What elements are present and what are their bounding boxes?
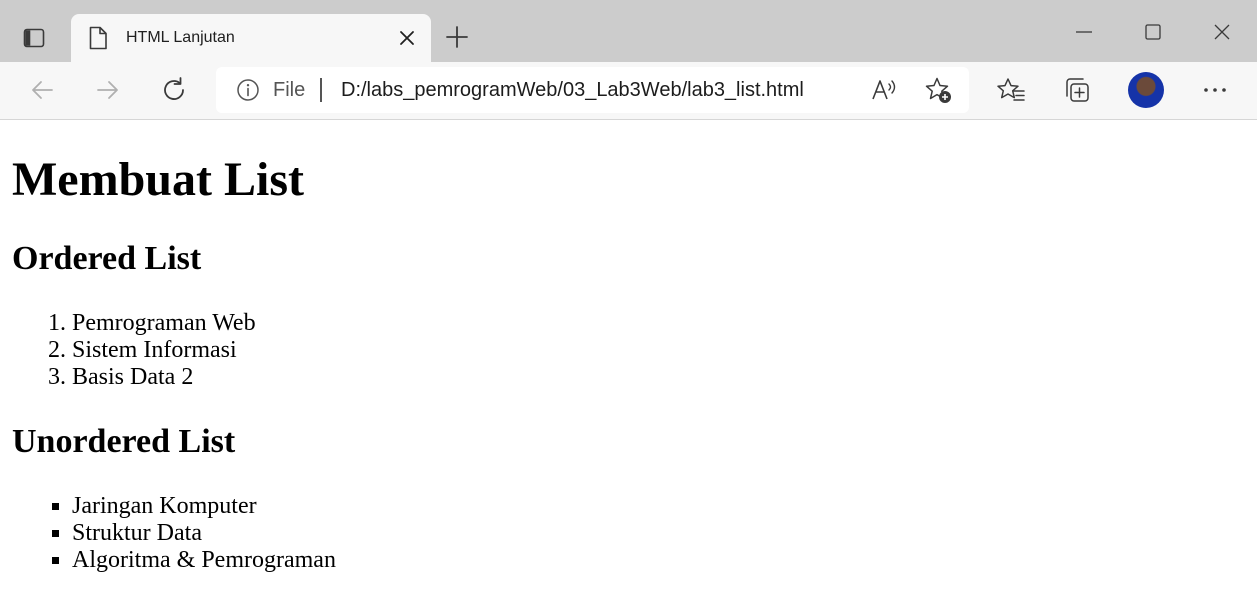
tab-strip: HTML Lanjutan	[0, 0, 1257, 62]
collections-button[interactable]	[1057, 70, 1097, 110]
read-aloud-button[interactable]	[871, 76, 899, 104]
new-tab-button[interactable]	[440, 20, 474, 54]
add-favorite-icon	[925, 77, 951, 103]
ordered-list-heading: Ordered List	[12, 240, 202, 277]
refresh-button[interactable]	[154, 70, 194, 110]
back-arrow-icon	[32, 81, 53, 99]
plus-icon	[446, 26, 468, 48]
address-url[interactable]: D:/labs_pemrogramWeb/03_Lab3Web/lab3_lis…	[341, 79, 804, 102]
list-item: Sistem Informasi	[72, 337, 256, 364]
more-button[interactable]	[1195, 70, 1235, 110]
tab-close-button[interactable]	[397, 28, 417, 48]
info-icon[interactable]	[236, 78, 260, 102]
maximize-button[interactable]	[1133, 12, 1173, 52]
list-item: Struktur Data	[72, 520, 336, 547]
more-icon	[1204, 88, 1226, 92]
unordered-list: Jaringan Komputer Struktur Data Algoritm…	[0, 493, 336, 574]
page-heading: Membuat List	[12, 153, 304, 206]
read-aloud-icon	[872, 80, 896, 100]
page-content: Membuat List Ordered List Pemrograman We…	[0, 120, 1257, 611]
favorites-button[interactable]	[991, 70, 1031, 110]
ordered-list: Pemrograman Web Sistem Informasi Basis D…	[0, 310, 256, 391]
forward-arrow-icon	[97, 81, 118, 99]
collections-icon	[1066, 78, 1089, 102]
list-item: Basis Data 2	[72, 364, 256, 391]
address-separator	[320, 78, 322, 102]
add-favorite-button[interactable]	[924, 76, 952, 104]
tab-actions-icon	[23, 28, 45, 48]
address-scheme: File	[273, 79, 306, 101]
tab-actions-button[interactable]	[14, 18, 54, 58]
page-icon	[87, 26, 109, 50]
close-window-button[interactable]	[1202, 12, 1242, 52]
unordered-list-heading: Unordered List	[12, 423, 236, 460]
close-icon	[400, 31, 414, 45]
tab-title: HTML Lanjutan	[126, 29, 235, 46]
forward-button[interactable]	[88, 70, 128, 110]
minimize-icon	[1076, 31, 1092, 33]
profile-avatar[interactable]	[1128, 72, 1164, 108]
minimize-button[interactable]	[1064, 12, 1104, 52]
list-item: Pemrograman Web	[72, 310, 256, 337]
browser-toolbar: File D:/labs_pemrogramWeb/03_Lab3Web/lab…	[0, 62, 1257, 120]
address-bar[interactable]: File D:/labs_pemrogramWeb/03_Lab3Web/lab…	[216, 67, 969, 113]
list-item: Algoritma & Pemrograman	[72, 547, 336, 574]
list-item: Jaringan Komputer	[72, 493, 336, 520]
favorites-icon	[997, 78, 1025, 101]
maximize-icon	[1145, 24, 1161, 40]
refresh-icon	[164, 77, 184, 100]
active-tab[interactable]: HTML Lanjutan	[71, 14, 431, 62]
back-button[interactable]	[22, 70, 62, 110]
close-window-icon	[1214, 24, 1230, 40]
